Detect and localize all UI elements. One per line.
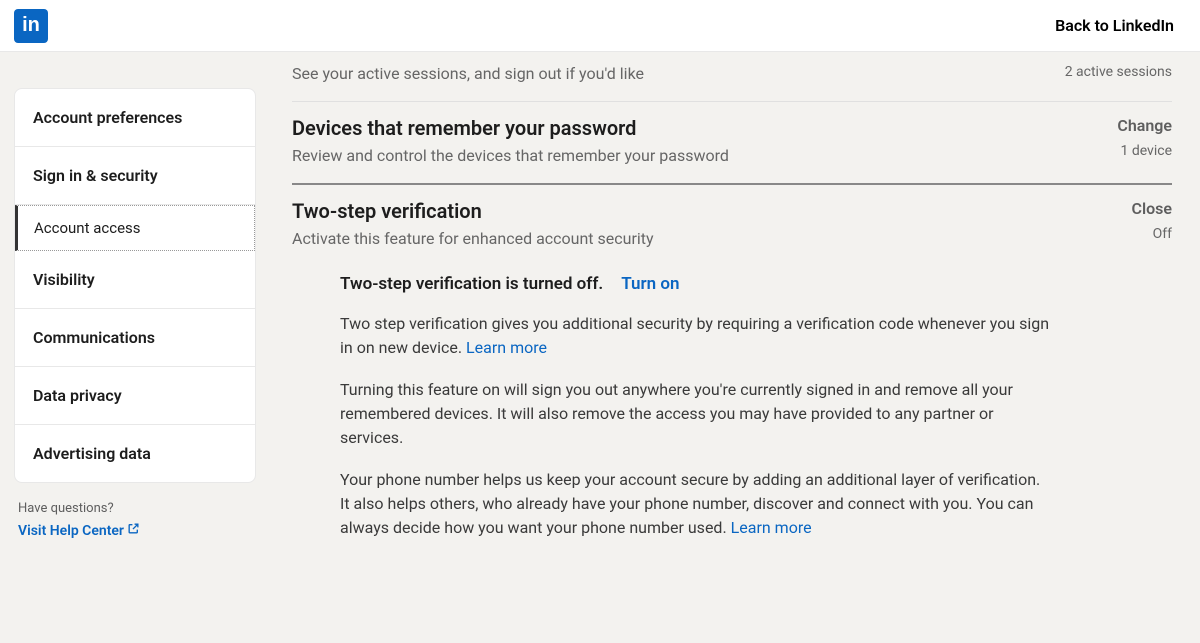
setting-devices[interactable]: Devices that remember your password Revi… [292,102,1172,185]
setting-title: Devices that remember your password [292,116,729,140]
setting-meta: 2 active sessions [1065,64,1172,80]
setting-desc: Activate this feature for enhanced accou… [292,229,654,248]
sidebar-item-visibility[interactable]: Visibility [15,251,255,309]
setting-desc: See your active sessions, and sign out i… [292,64,644,83]
two-step-detail-panel: Two-step verification is turned off. Tur… [292,266,1052,540]
setting-title: Two-step verification [292,199,654,223]
setting-meta: 1 device [1117,143,1172,159]
sidebar-item-account-preferences[interactable]: Account preferences [15,89,255,147]
turn-on-link[interactable]: Turn on [621,274,679,294]
close-link[interactable]: Close [1131,199,1172,218]
two-step-paragraph-1: Two step verification gives you addition… [340,312,1052,360]
setting-meta: Off [1131,226,1172,242]
main-content: See your active sessions, and sign out i… [256,52,1200,558]
learn-more-link[interactable]: Learn more [466,338,547,357]
header: in Back to LinkedIn [0,0,1200,52]
setting-active-sessions[interactable]: See your active sessions, and sign out i… [292,64,1172,102]
settings-sidebar: Account preferences Sign in & security A… [14,88,256,483]
two-step-status: Two-step verification is turned off. [340,274,603,294]
two-step-paragraph-2: Turning this feature on will sign you ou… [340,378,1052,450]
sidebar-item-account-access[interactable]: Account access [15,205,255,251]
text: Two step verification gives you addition… [340,314,1049,357]
sidebar-item-communications[interactable]: Communications [15,309,255,367]
back-to-linkedin-link[interactable]: Back to LinkedIn [1055,16,1174,35]
external-link-icon [127,522,140,539]
two-step-paragraph-3: Your phone number helps us keep your acc… [340,468,1052,540]
help-question: Have questions? [18,501,252,516]
change-link[interactable]: Change [1117,116,1172,135]
setting-two-step: Two-step verification Activate this feat… [292,185,1172,266]
visit-help-center-link[interactable]: Visit Help Center [18,522,140,539]
learn-more-link[interactable]: Learn more [731,518,812,537]
sidebar-item-advertising-data[interactable]: Advertising data [15,425,255,482]
linkedin-logo[interactable]: in [14,9,48,43]
setting-desc: Review and control the devices that reme… [292,146,729,165]
help-link-label: Visit Help Center [18,523,124,539]
text: Your phone number helps us keep your acc… [340,470,1040,537]
help-block: Have questions? Visit Help Center [14,483,256,539]
sidebar-item-sign-in-security[interactable]: Sign in & security [15,147,255,205]
sidebar-item-data-privacy[interactable]: Data privacy [15,367,255,425]
